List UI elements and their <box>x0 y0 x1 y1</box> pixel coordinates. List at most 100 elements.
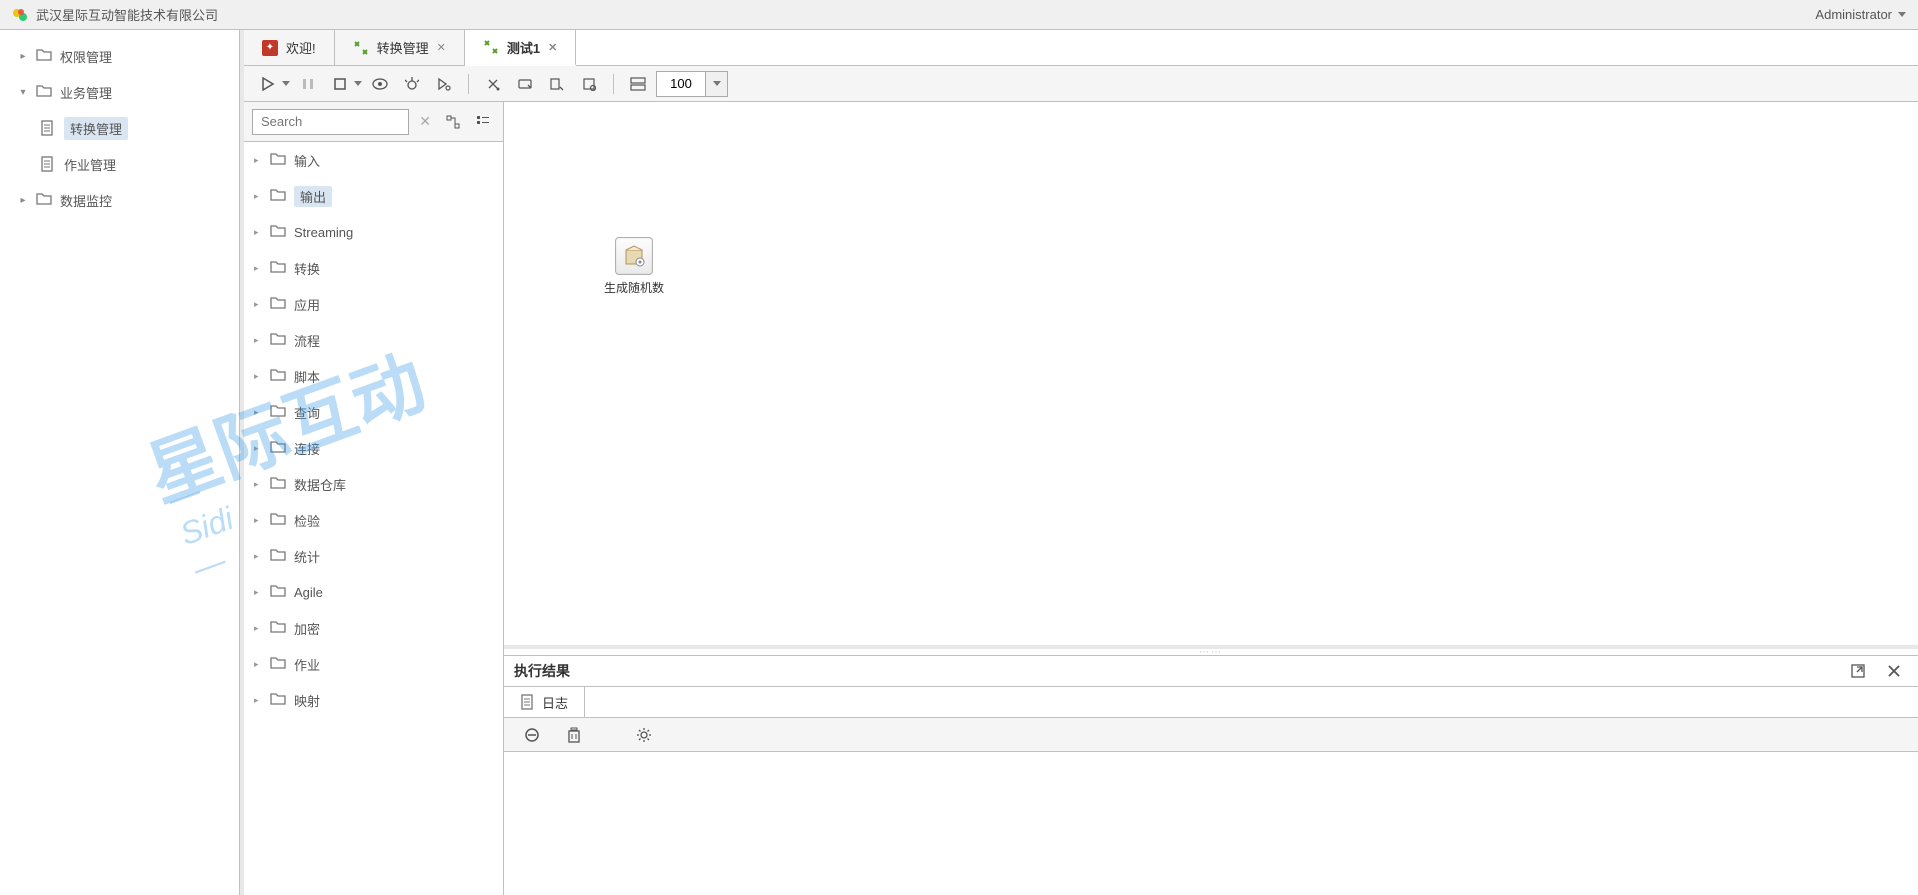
transform-icon <box>353 40 369 56</box>
folder-icon <box>270 332 286 348</box>
palette-category[interactable]: ▸ Streaming <box>244 214 503 250</box>
palette-tree-icon[interactable] <box>441 110 465 134</box>
welcome-icon: ✦ <box>262 40 278 56</box>
expand-icon: ▸ <box>254 371 262 382</box>
palette-category[interactable]: ▸ 检验 <box>244 502 503 538</box>
sql-button[interactable] <box>479 70 507 98</box>
palette-category[interactable]: ▸脚本 <box>244 358 503 394</box>
expand-icon: ▸ <box>254 659 262 670</box>
palette-category[interactable]: ▸输入 <box>244 142 503 178</box>
palette-category[interactable]: ▸流程 <box>244 322 503 358</box>
expand-icon: ▸ <box>18 195 28 206</box>
folder-icon <box>270 584 286 600</box>
folder-icon <box>270 476 286 492</box>
results-expand-icon[interactable] <box>1844 657 1872 685</box>
sidebar-item-label: 转换管理 <box>64 117 128 140</box>
palette-category[interactable]: ▸数据仓库 <box>244 466 503 502</box>
log-icon <box>520 694 534 710</box>
palette-category[interactable]: ▸连接 <box>244 430 503 466</box>
app-logo-icon <box>12 7 28 23</box>
tab-label: 欢迎! <box>286 38 316 57</box>
user-label: Administrator <box>1815 7 1892 22</box>
stop-button[interactable] <box>326 70 354 98</box>
log-disable-icon[interactable] <box>518 721 546 749</box>
expand-icon: ▸ <box>254 515 262 526</box>
sidebar-item[interactable]: 作业管理 <box>0 146 239 182</box>
analyze-button[interactable] <box>543 70 571 98</box>
palette-category-label: 加密 <box>294 619 320 638</box>
pause-button[interactable] <box>294 70 322 98</box>
palette-category[interactable]: ▸作业 <box>244 646 503 682</box>
palette-category[interactable]: ▸应用 <box>244 286 503 322</box>
folder-icon <box>270 188 286 204</box>
impact-button[interactable] <box>575 70 603 98</box>
folder-icon <box>270 692 286 708</box>
palette-category[interactable]: ▸查询 <box>244 394 503 430</box>
folder-icon <box>270 224 286 240</box>
palette-category[interactable]: ▸ 加密 <box>244 610 503 646</box>
stop-dropdown-icon[interactable] <box>354 81 362 86</box>
palette-category-label: 输出 <box>294 186 332 207</box>
palette-clear-icon[interactable]: ✕ <box>415 113 435 130</box>
expand-icon: ▾ <box>18 87 28 98</box>
expand-icon: ▸ <box>254 623 262 634</box>
folder-icon <box>270 404 286 420</box>
palette-search-input[interactable] <box>252 109 409 135</box>
zoom-input[interactable] <box>656 71 706 97</box>
palette-category[interactable]: ▸转换 <box>244 250 503 286</box>
palette-category[interactable]: ▸Agile <box>244 574 503 610</box>
expand-icon: ▸ <box>254 407 262 418</box>
sidebar-item-label: 权限管理 <box>60 47 112 66</box>
topbar: 武汉星际互动智能技术有限公司 Administrator <box>0 0 1918 30</box>
palette-category[interactable]: ▸输出 <box>244 178 503 214</box>
editor-tab[interactable]: 转换管理✕ <box>335 30 465 65</box>
debug-button[interactable] <box>398 70 426 98</box>
palette-category-label: 输入 <box>294 151 320 170</box>
preview-button[interactable] <box>366 70 394 98</box>
palette-category-label: 统计 <box>294 547 320 566</box>
explore-button[interactable] <box>511 70 539 98</box>
log-settings-icon[interactable] <box>630 721 658 749</box>
expand-icon: ▸ <box>254 479 262 490</box>
folder-icon <box>270 152 286 168</box>
palette-category-label: 连接 <box>294 439 320 458</box>
chevron-down-icon <box>1898 12 1906 17</box>
transform-icon <box>483 39 499 55</box>
sidebar-item[interactable]: 转换管理 <box>0 110 239 146</box>
folder-icon <box>270 656 286 672</box>
sidebar-item-label: 业务管理 <box>60 83 112 102</box>
layout-button[interactable] <box>624 70 652 98</box>
folder-icon <box>270 548 286 564</box>
results-title: 执行结果 <box>514 661 570 681</box>
results-tab[interactable]: 日志 <box>504 687 585 717</box>
user-menu[interactable]: Administrator <box>1815 7 1906 22</box>
sidebar-item[interactable]: ▾ 业务管理 <box>0 74 239 110</box>
sidebar-item[interactable]: ▸ 数据监控 <box>0 182 239 218</box>
log-clear-icon[interactable] <box>560 721 588 749</box>
palette-category[interactable]: ▸统计 <box>244 538 503 574</box>
app-title: 武汉星际互动智能技术有限公司 <box>36 5 218 24</box>
log-output <box>504 752 1918 895</box>
editor-tab[interactable]: ✦ 欢迎! <box>244 30 335 65</box>
zoom-dropdown[interactable] <box>706 71 728 97</box>
tab-close-icon[interactable]: ✕ <box>437 41 446 54</box>
folder-icon <box>270 620 286 636</box>
sidebar-item-label: 数据监控 <box>60 191 112 210</box>
palette-category-label: 映射 <box>294 691 320 710</box>
palette-category-label: Streaming <box>294 225 353 240</box>
editor-tab[interactable]: 测试1✕ <box>465 30 576 66</box>
results-close-icon[interactable] <box>1880 657 1908 685</box>
sidebar-item[interactable]: ▸权限管理 <box>0 38 239 74</box>
replay-button[interactable] <box>430 70 458 98</box>
palette-list-icon[interactable] <box>471 110 495 134</box>
tab-close-icon[interactable]: ✕ <box>548 41 557 54</box>
expand-icon: ▸ <box>254 263 262 274</box>
expand-icon: ▸ <box>254 227 262 238</box>
run-button[interactable] <box>254 70 282 98</box>
palette-category-label: 检验 <box>294 511 320 530</box>
palette-category[interactable]: ▸映射 <box>244 682 503 718</box>
run-dropdown-icon[interactable] <box>282 81 290 86</box>
canvas-step-node[interactable]: 生成随机数 <box>604 237 664 296</box>
canvas[interactable]: 生成随机数 <box>504 102 1918 649</box>
sidebar: ▸权限管理▾业务管理转换管理作业管理▸数据监控 星际互动 —Sidi— <box>0 30 240 895</box>
